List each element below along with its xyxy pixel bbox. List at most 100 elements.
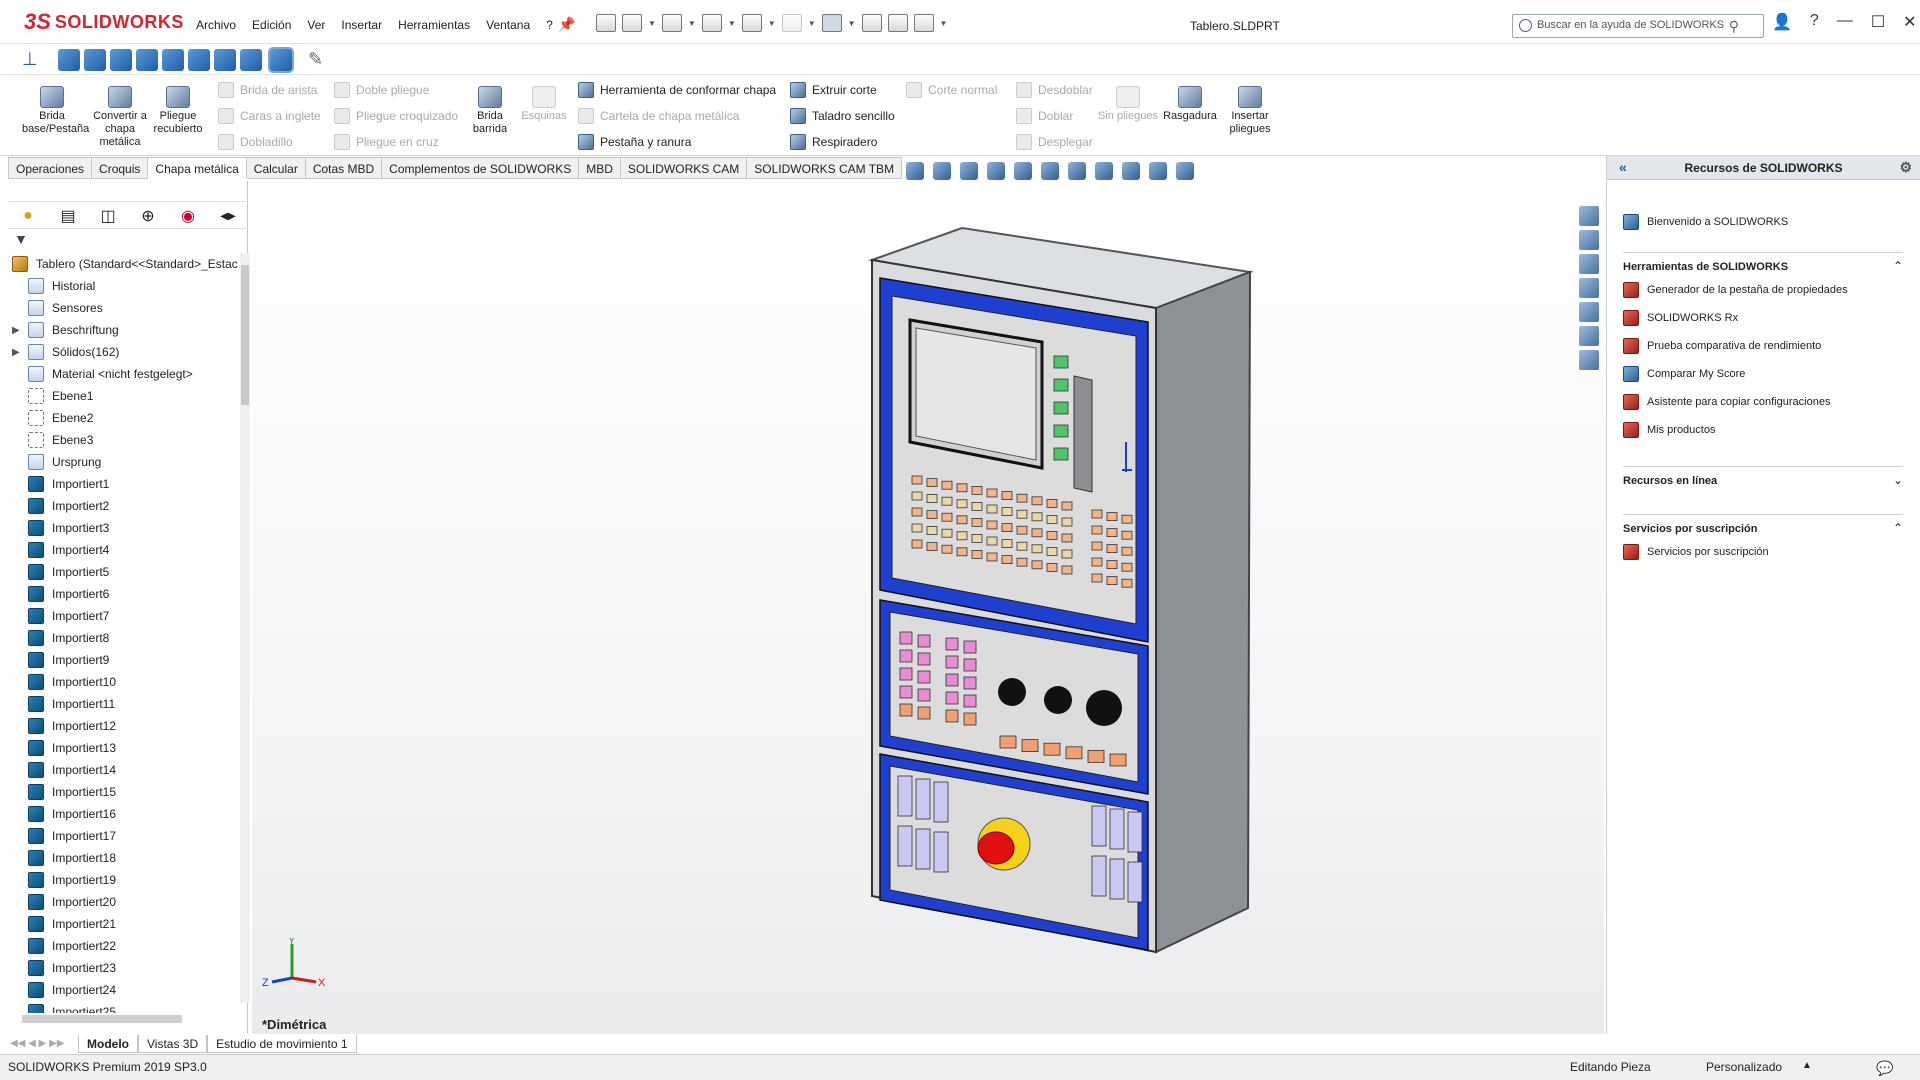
doble-pliegue-button[interactable]: Doble pliegue	[334, 82, 429, 98]
respiradero-button[interactable]: Respiradero	[790, 134, 877, 150]
tools-section-header[interactable]: Herramientas de SOLIDWORKS ⌃	[1623, 252, 1903, 273]
tree-horizontal-scrollbar[interactable]	[12, 1013, 232, 1025]
display-style-icon[interactable]	[1068, 162, 1086, 180]
chevron-up-icon[interactable]: ⌃	[1893, 259, 1903, 273]
menu-ver[interactable]: Ver	[299, 18, 333, 32]
edit-appearance-icon[interactable]	[1122, 162, 1140, 180]
tree-node[interactable]: Importiert22	[8, 935, 240, 957]
tree-node[interactable]: Importiert19	[8, 869, 240, 891]
print-icon[interactable]	[741, 14, 762, 32]
design-library-icon[interactable]	[1579, 230, 1599, 250]
scroll-thumb[interactable]	[241, 265, 249, 405]
online-section-header[interactable]: Recursos en línea ⌄	[1623, 466, 1903, 487]
tree-node[interactable]: Importiert20	[8, 891, 240, 913]
view-trimetric-icon[interactable]	[240, 49, 262, 71]
view-bottom-icon[interactable]	[188, 49, 210, 71]
file-explorer-icon[interactable]	[1579, 254, 1599, 274]
undo-icon[interactable]	[781, 14, 802, 32]
tree-node[interactable]: Importiert14	[8, 759, 240, 781]
view-back-icon[interactable]	[84, 49, 106, 71]
view-right-icon[interactable]	[136, 49, 158, 71]
minimize-icon[interactable]: —	[1837, 12, 1853, 32]
chevron-down-icon[interactable]: ▼	[848, 19, 856, 28]
tab-croquis[interactable]: Croquis	[92, 157, 149, 179]
doblar-button[interactable]: Doblar	[1016, 108, 1073, 124]
tree-node[interactable]: Importiert10	[8, 671, 240, 693]
insertar-pliegues-button[interactable]: Insertar pliegues	[1220, 86, 1280, 136]
chevron-up-icon[interactable]: ▲	[1802, 1060, 1812, 1071]
view-isometric-icon[interactable]	[214, 49, 236, 71]
filter-icon[interactable]: ▼	[14, 231, 28, 247]
tab-calcular[interactable]: Calcular	[246, 157, 306, 179]
comment-icon[interactable]: 💬	[1876, 1060, 1893, 1077]
home-icon[interactable]	[596, 14, 616, 32]
tool-item[interactable]: Prueba comparativa de rendimiento	[1623, 338, 1821, 354]
tree-vertical-scrollbar[interactable]	[240, 253, 250, 1003]
maximize-icon[interactable]: ☐	[1871, 12, 1885, 32]
custom-properties-icon[interactable]	[1579, 326, 1599, 346]
brida-barrida-button[interactable]: Brida barrida	[460, 86, 520, 136]
brida-arista-button[interactable]: Brida de arista	[218, 82, 317, 98]
previous-view-icon[interactable]	[960, 162, 978, 180]
appearances-icon[interactable]	[1579, 302, 1599, 322]
tool-item[interactable]: SOLIDWORKS Rx	[1623, 310, 1738, 326]
property-manager-tab-icon[interactable]: ▤	[48, 202, 88, 230]
conformar-chapa-button[interactable]: Herramienta de conformar chapa	[578, 82, 776, 98]
traffic-light-icon[interactable]	[861, 14, 882, 32]
pane-options-gear-icon[interactable]: ⚙	[1899, 159, 1912, 176]
cartela-button[interactable]: Cartela de chapa metálica	[578, 108, 739, 124]
tab-scroll-arrows-icon[interactable]: ◀▶	[208, 202, 248, 230]
help-search-input[interactable]: Buscar en la ayuda de SOLIDWORKS ⚲	[1512, 14, 1764, 38]
tab-solidworks-cam-tbm[interactable]: SOLIDWORKS CAM TBM	[747, 157, 903, 179]
tree-root-part[interactable]: Tablero (Standard<<Standard>_Estac	[8, 253, 240, 275]
menu-ventana[interactable]: Ventana	[478, 18, 538, 32]
view-left-icon[interactable]	[110, 49, 132, 71]
menu-insertar[interactable]: Insertar	[333, 18, 390, 32]
forum-icon[interactable]	[1579, 350, 1599, 370]
tab-operaciones[interactable]: Operaciones	[8, 157, 93, 179]
display-manager-tab-icon[interactable]: ◉	[168, 202, 208, 230]
tab-navigation-arrows-icon[interactable]: ◀◀ ◀ ▶ ▶▶	[0, 1034, 78, 1054]
graphics-area[interactable]	[252, 180, 1604, 1034]
tree-node[interactable]: Importiert16	[8, 803, 240, 825]
status-units[interactable]: Personalizado	[1706, 1060, 1782, 1074]
tree-node[interactable]: Ebene3	[8, 429, 240, 451]
subscription-section-header[interactable]: Servicios por suscripción ⌃	[1623, 514, 1903, 535]
menu-archivo[interactable]: Archivo	[188, 18, 244, 32]
tab-chapa-metalica[interactable]: Chapa metálica	[148, 157, 247, 179]
welcome-link[interactable]: Bienvenido a SOLIDWORKS	[1623, 214, 1788, 230]
tab-estudio-movimiento[interactable]: Estudio de movimiento 1	[207, 1035, 357, 1053]
tree-node[interactable]: Importiert18	[8, 847, 240, 869]
collapse-pane-icon[interactable]: «	[1619, 159, 1627, 175]
desplegar-button[interactable]: Desplegar	[1016, 134, 1093, 150]
convertir-chapa-button[interactable]: Convertir a chapa metálica	[90, 86, 150, 149]
pin-menu-icon[interactable]: 📌	[558, 16, 575, 33]
chevron-down-icon[interactable]: ▼	[688, 19, 696, 28]
apply-scene-icon[interactable]	[1149, 162, 1167, 180]
desdoblar-button[interactable]: Desdoblar	[1016, 82, 1093, 98]
tree-node[interactable]: ▶ Beschriftung	[8, 319, 240, 341]
corte-normal-button[interactable]: Corte normal	[906, 82, 997, 98]
tree-node[interactable]: Ebene1	[8, 385, 240, 407]
feature-manager-tab-icon[interactable]: ●	[8, 202, 48, 230]
tree-node[interactable]: Importiert1	[8, 473, 240, 495]
dimxpert-tab-icon[interactable]: ⊕	[128, 202, 168, 230]
view-dimetric-icon[interactable]	[268, 47, 294, 73]
menu-herramientas[interactable]: Herramientas	[390, 18, 478, 32]
tool-item[interactable]: Mis productos	[1623, 422, 1715, 438]
pestana-ranura-button[interactable]: Pestaña y ranura	[578, 134, 691, 150]
save-icon[interactable]	[701, 14, 722, 32]
zoom-to-fit-icon[interactable]	[906, 162, 924, 180]
chevron-up-icon[interactable]: ⌃	[1893, 521, 1903, 535]
extruir-corte-button[interactable]: Extruir corte	[790, 82, 877, 98]
new-document-icon[interactable]	[622, 14, 642, 32]
tree-node[interactable]: Importiert15	[8, 781, 240, 803]
search-icon[interactable]: ⚲	[1729, 18, 1739, 35]
tree-node[interactable]: Material <nicht festgelegt>	[8, 363, 240, 385]
tree-node[interactable]: Ebene2	[8, 407, 240, 429]
scroll-thumb[interactable]	[22, 1015, 182, 1023]
tree-node[interactable]: Importiert6	[8, 583, 240, 605]
expand-arrow-icon[interactable]: ▶	[12, 347, 20, 358]
view-top-icon[interactable]	[162, 49, 184, 71]
tool-item[interactable]: Asistente para copiar configuraciones	[1623, 394, 1830, 410]
